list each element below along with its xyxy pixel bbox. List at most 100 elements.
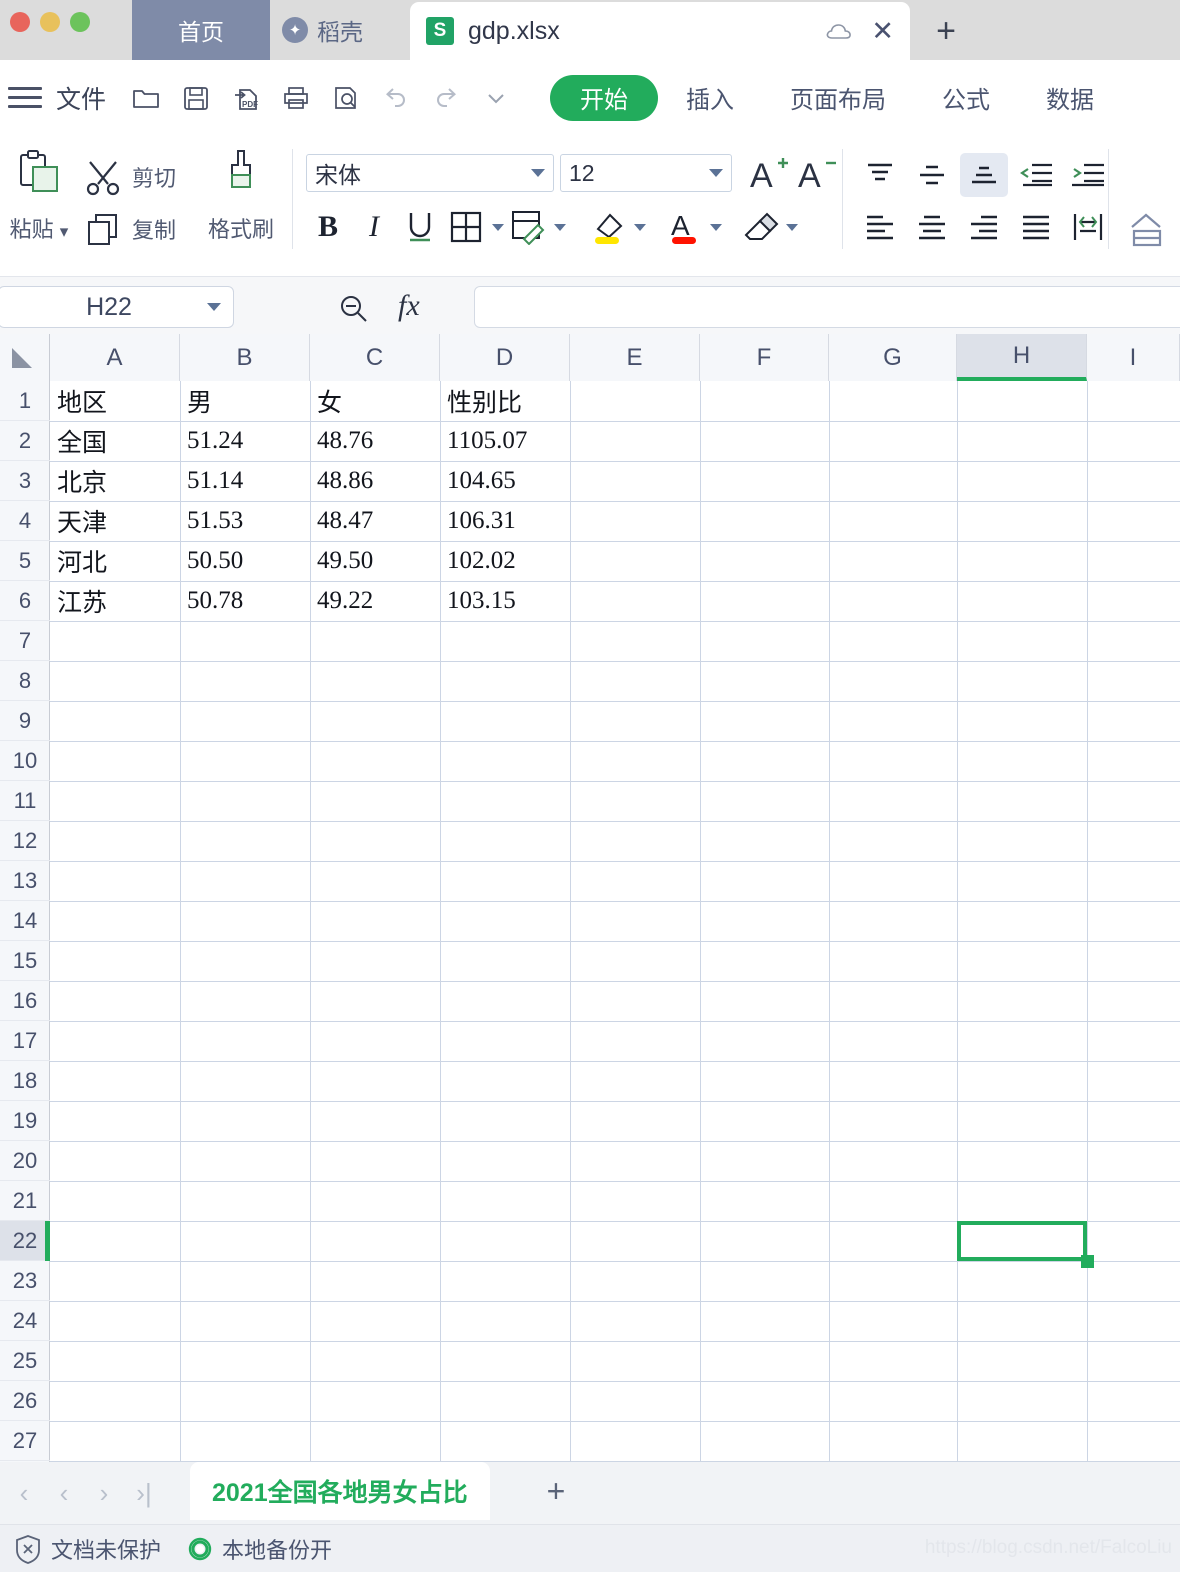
cloud-icon[interactable] [825,21,853,41]
cell-D3[interactable]: 104.65 [440,461,570,501]
row-header-7[interactable]: 7 [0,621,50,661]
chevron-down-icon[interactable] [710,223,722,231]
cell-A1[interactable]: 地区 [50,381,180,421]
font-size-select[interactable]: 12 [560,154,732,192]
name-box[interactable]: H22 [0,286,234,328]
print-preview-icon[interactable] [328,80,364,116]
decrease-font-size-icon[interactable]: A [796,153,838,200]
row-header-8[interactable]: 8 [0,661,50,701]
more-icon[interactable] [478,80,514,116]
underline-button[interactable] [398,205,442,249]
cell-C4[interactable]: 48.47 [310,501,440,541]
align-right-icon[interactable] [960,205,1008,249]
cell-C3[interactable]: 48.86 [310,461,440,501]
column-header-a[interactable]: A [50,334,180,381]
cell-C5[interactable]: 49.50 [310,541,440,581]
align-top-icon[interactable] [856,153,904,197]
row-header-19[interactable]: 19 [0,1101,50,1141]
close-window-button[interactable] [10,12,30,32]
row-header-9[interactable]: 9 [0,701,50,741]
row-header-4[interactable]: 4 [0,501,50,541]
document-protection-status[interactable]: 文档未保护 [14,1533,161,1565]
cell-C2[interactable]: 48.76 [310,421,440,461]
column-header-b[interactable]: B [180,334,310,381]
paste-button[interactable]: 粘贴 ▾ [0,149,82,244]
close-icon[interactable]: ✕ [871,17,894,45]
row-header-16[interactable]: 16 [0,981,50,1021]
ribbon-tab-data[interactable]: 数据 [1018,75,1122,121]
cell-D2[interactable]: 1105.07 [440,421,570,461]
column-header-g[interactable]: G [829,334,957,381]
tab-docer[interactable]: ✦ 稻壳 [282,0,363,60]
new-tab-button[interactable]: + [925,10,967,52]
chevron-down-icon[interactable] [207,303,221,311]
row-header-18[interactable]: 18 [0,1061,50,1101]
chevron-down-icon[interactable] [634,223,646,231]
zoom-out-icon[interactable] [336,292,372,331]
formula-input[interactable] [474,286,1180,328]
row-header-3[interactable]: 3 [0,461,50,501]
row-header-14[interactable]: 14 [0,901,50,941]
cell-D6[interactable]: 103.15 [440,581,570,621]
local-backup-status[interactable]: 本地备份开 [187,1533,332,1565]
wrap-text-icon[interactable] [1064,205,1112,249]
row-header-24[interactable]: 24 [0,1301,50,1341]
nav-last-icon[interactable]: ›| [124,1472,164,1514]
add-sheet-icon[interactable]: + [536,1470,576,1512]
nav-prev-icon[interactable]: ‹ [44,1472,84,1514]
row-header-10[interactable]: 10 [0,741,50,781]
select-all-corner[interactable] [0,334,50,381]
cell-D4[interactable]: 106.31 [440,501,570,541]
row-header-25[interactable]: 25 [0,1341,50,1381]
row-header-1[interactable]: 1 [0,381,50,421]
cell-D1[interactable]: 性别比 [440,381,570,421]
open-icon[interactable] [128,80,164,116]
align-left-icon[interactable] [856,205,904,249]
column-header-h[interactable]: H [957,334,1087,381]
bold-button[interactable]: B [306,205,350,249]
undo-icon[interactable] [378,80,414,116]
column-header-c[interactable]: C [310,334,440,381]
row-header-27[interactable]: 27 [0,1421,50,1461]
column-header-f[interactable]: F [700,334,829,381]
align-center-icon[interactable] [908,205,956,249]
cell-area[interactable]: 地区男女性别比 全国 51.24 48.76 1105.07 北京 51.14 48.86 10… [50,381,1180,1462]
tab-home[interactable]: 首页 [132,0,270,60]
ribbon-tab-page-layout[interactable]: 页面布局 [762,75,914,121]
increase-indent-icon[interactable] [1064,153,1112,197]
cell-style-button[interactable] [506,205,550,249]
italic-button[interactable]: I [352,205,396,249]
justify-icon[interactable] [1012,205,1060,249]
export-pdf-icon[interactable]: PDF [228,80,264,116]
cell-C6[interactable]: 49.22 [310,581,440,621]
sheet-tab-active[interactable]: 2021全国各地男女占比 [190,1462,490,1520]
row-header-20[interactable]: 20 [0,1141,50,1181]
align-bottom-icon[interactable] [960,153,1008,197]
cell-A2[interactable]: 全国 [50,421,180,461]
row-header-22[interactable]: 22 [0,1221,50,1261]
save-icon[interactable] [178,80,214,116]
column-header-i[interactable]: I [1087,334,1180,381]
ribbon-tab-insert[interactable]: 插入 [658,75,762,121]
cell-B2[interactable]: 51.24 [180,421,310,461]
row-header-11[interactable]: 11 [0,781,50,821]
cut-button[interactable]: 剪切 [82,151,176,203]
cell-D5[interactable]: 102.02 [440,541,570,581]
copy-button[interactable]: 复制 [82,203,176,255]
cell-C1[interactable]: 女 [310,381,440,421]
row-header-26[interactable]: 26 [0,1381,50,1421]
row-header-12[interactable]: 12 [0,821,50,861]
column-header-e[interactable]: E [570,334,700,381]
font-family-select[interactable]: 宋体 [306,154,554,192]
cell-B6[interactable]: 50.78 [180,581,310,621]
merge-cells-icon[interactable] [1128,211,1176,260]
menu-file[interactable]: 文件 [56,80,106,116]
ribbon-tab-formula[interactable]: 公式 [914,75,1018,121]
maximize-window-button[interactable] [70,12,90,32]
decrease-indent-icon[interactable] [1012,153,1060,197]
fill-handle[interactable] [1081,1255,1094,1268]
cell-B4[interactable]: 51.53 [180,501,310,541]
redo-icon[interactable] [428,80,464,116]
row-header-17[interactable]: 17 [0,1021,50,1061]
nav-next-icon[interactable]: › [84,1472,124,1514]
